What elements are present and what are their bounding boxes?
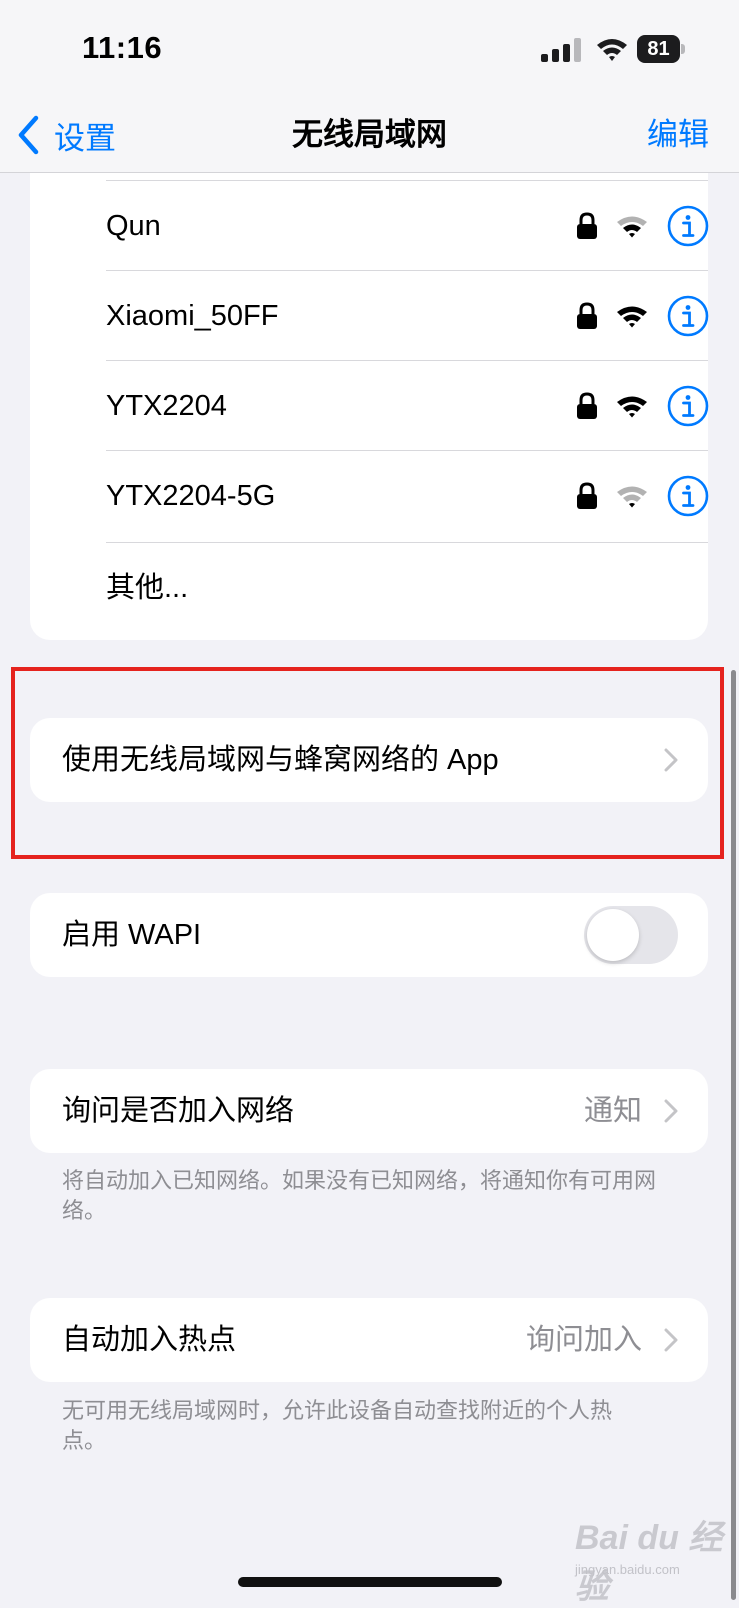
network-row[interactable]: Xiaomi_50FF: [106, 270, 709, 361]
nav-bar: 设置 无线局域网 编辑: [0, 100, 739, 173]
battery-level: 81: [647, 38, 670, 60]
wifi-signal-icon: [617, 306, 647, 328]
wlan-cellular-apps-row[interactable]: 使用无线局域网与蜂窝网络的 App: [30, 718, 708, 802]
chevron-right-icon: [664, 1099, 678, 1123]
ask-join-label: 询问是否加入网络: [62, 1095, 295, 1127]
lock-icon: [577, 302, 597, 329]
home-indicator[interactable]: [238, 1577, 502, 1587]
battery-icon: 81: [637, 35, 685, 63]
wifi-signal-icon: [617, 216, 647, 238]
ask-join-footnote: 将自动加入已知网络。如果没有已知网络，将通知你有可用网络。: [62, 1168, 657, 1223]
wifi-signal-icon: [617, 486, 647, 508]
auto-hotspot-footnote: 无可用无线局域网时，允许此设备自动查找附近的个人热点。: [62, 1398, 613, 1453]
baidu-watermark: Bai du 经验 jingyan.baidu.com: [575, 1510, 735, 1606]
ask-join-value: 通知: [583, 1095, 642, 1127]
auto-hotspot-value: 询问加入: [525, 1324, 642, 1356]
network-row[interactable]: Qun: [106, 180, 709, 271]
wapi-toggle[interactable]: [584, 906, 678, 964]
other-network-row[interactable]: 其他...: [106, 542, 708, 633]
wlan-cellular-apps-label: 使用无线局域网与蜂窝网络的 App: [62, 744, 499, 776]
auto-hotspot-label: 自动加入热点: [62, 1324, 237, 1356]
cellular-signal-icon: [541, 38, 581, 62]
chevron-right-icon: [664, 1328, 678, 1352]
info-icon[interactable]: [667, 385, 709, 427]
networks-list: Qun Xiaomi_50FF YTX2204 YTX2204-5G 其他...: [30, 150, 709, 640]
auto-hotspot-row[interactable]: 自动加入热点 询问加入: [30, 1298, 708, 1382]
info-icon[interactable]: [667, 295, 709, 337]
wifi-status-icon: [597, 39, 627, 61]
network-name: Xiaomi_50FF: [106, 300, 279, 332]
watermark-url: jingyan.baidu.com: [575, 1562, 680, 1577]
network-row[interactable]: YTX2204-5G: [106, 450, 709, 541]
status-bar: 11:16 81: [0, 0, 739, 100]
page-title: 无线局域网: [292, 117, 447, 152]
network-name: Qun: [106, 210, 161, 242]
network-name: YTX2204-5G: [106, 480, 276, 512]
chevron-right-icon: [664, 748, 678, 772]
wifi-signal-icon: [617, 396, 647, 418]
lock-icon: [577, 392, 597, 419]
lock-icon: [577, 482, 597, 509]
scroll-indicator[interactable]: [731, 670, 736, 1600]
info-icon[interactable]: [667, 475, 709, 517]
edit-button[interactable]: 编辑: [647, 110, 709, 160]
wapi-label: 启用 WAPI: [62, 919, 202, 951]
wapi-row: 启用 WAPI: [30, 893, 708, 977]
network-name: YTX2204: [106, 390, 227, 422]
other-network-label: 其他...: [106, 572, 189, 604]
info-icon[interactable]: [667, 205, 709, 247]
ask-join-row[interactable]: 询问是否加入网络 通知: [30, 1069, 708, 1153]
toggle-knob: [587, 909, 639, 961]
network-row[interactable]: YTX2204: [106, 360, 709, 451]
status-time: 11:16: [82, 30, 163, 65]
lock-icon: [577, 212, 597, 239]
